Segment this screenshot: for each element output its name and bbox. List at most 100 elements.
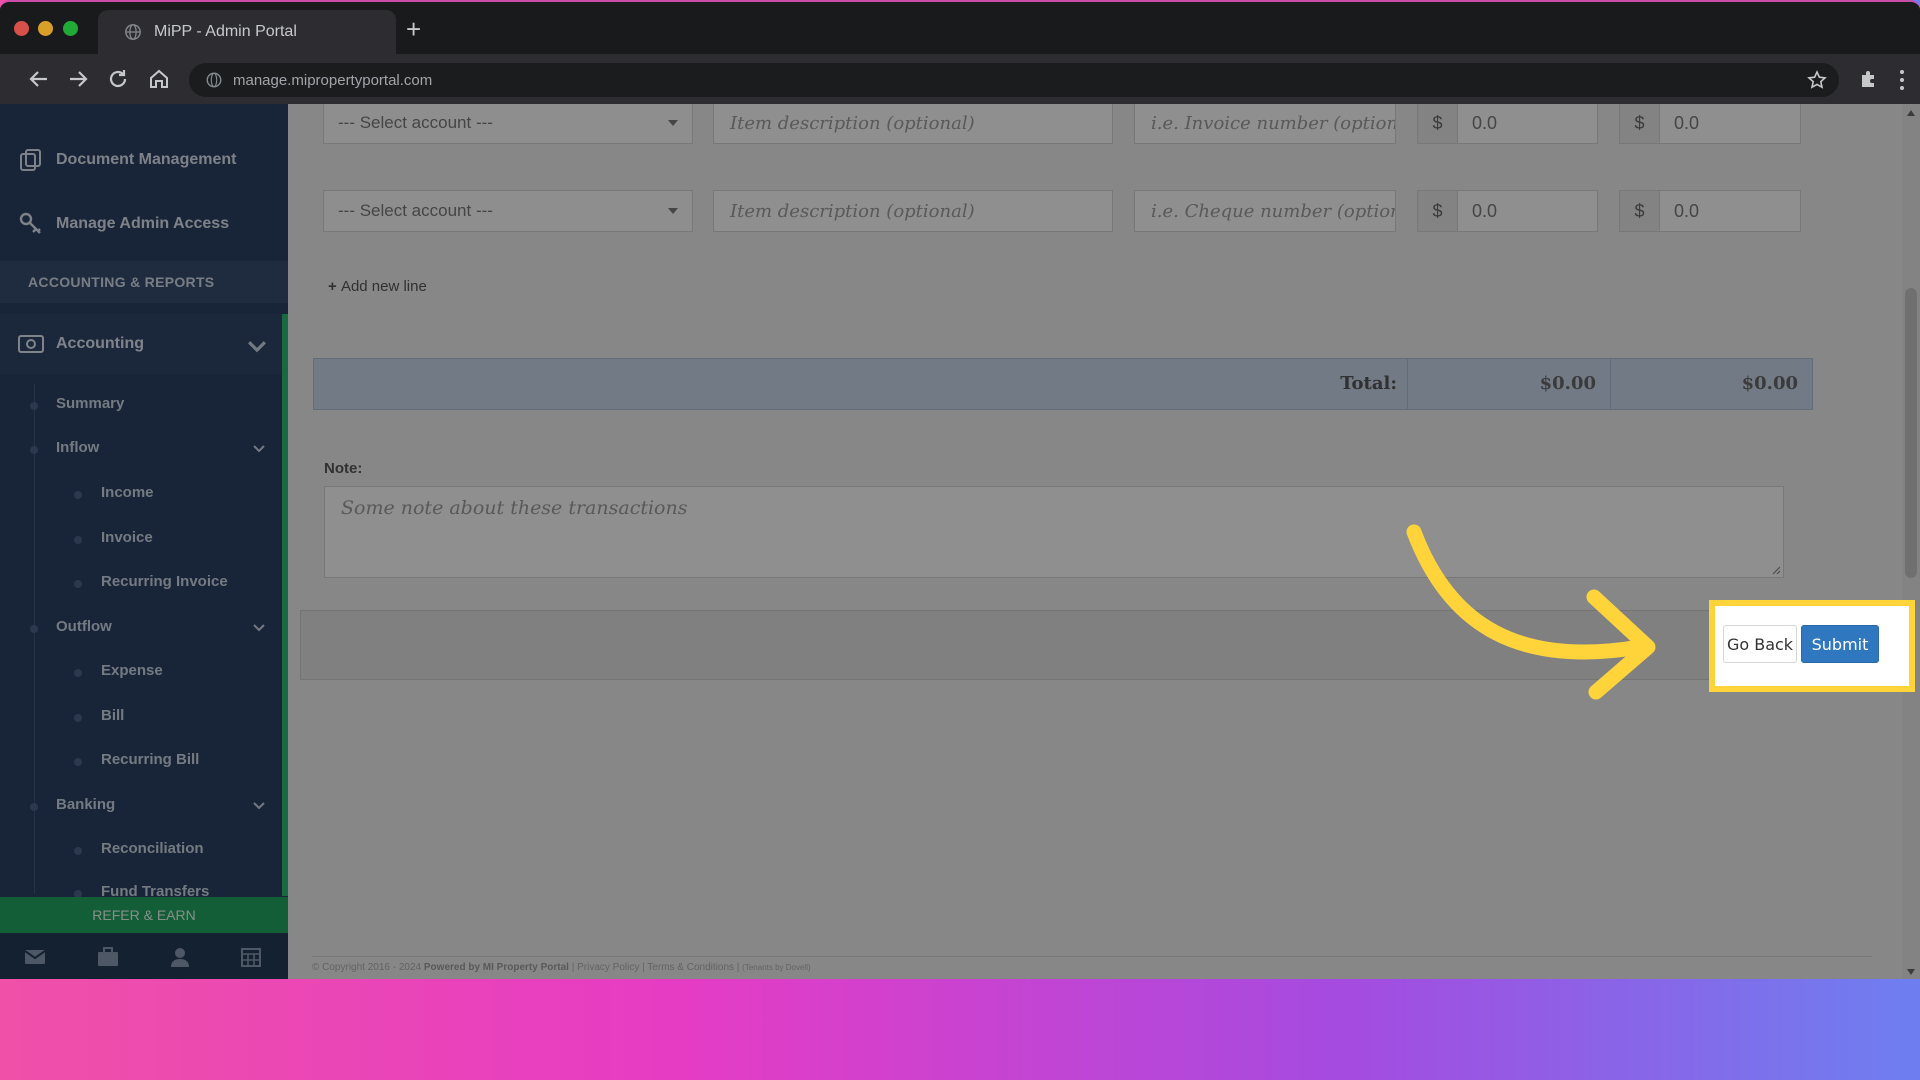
sidebar: Document Management Manage Admin Access … bbox=[0, 104, 288, 979]
add-new-line-link[interactable]: + Add new line bbox=[328, 278, 427, 295]
back-arrow-icon[interactable] bbox=[27, 67, 51, 91]
copyright-text: © Copyright 2016 - 2024 bbox=[312, 962, 422, 973]
caret-down-icon bbox=[668, 208, 678, 214]
amount-value: 0.0 bbox=[1674, 112, 1700, 133]
pointer-arrow-icon bbox=[1406, 524, 1656, 700]
item-description-input[interactable]: Item description (optional) bbox=[713, 190, 1113, 232]
account-select[interactable]: --- Select account --- bbox=[323, 190, 693, 232]
briefcase-icon[interactable] bbox=[96, 945, 120, 969]
maximize-window-button[interactable] bbox=[63, 21, 78, 36]
browser-tab[interactable]: MiPP - Admin Portal bbox=[98, 10, 396, 54]
site-info-icon[interactable] bbox=[205, 71, 223, 89]
select-placeholder: --- Select account --- bbox=[338, 113, 493, 132]
footer-links[interactable]: | Privacy Policy | Terms & Conditions | bbox=[572, 962, 740, 973]
note-label: Note: bbox=[324, 460, 363, 477]
sidebar-item-outflow[interactable]: Outflow bbox=[56, 618, 112, 635]
sidebar-item-invoice[interactable]: Invoice bbox=[101, 529, 153, 546]
total-credit: $0.00 bbox=[1610, 359, 1812, 409]
scroll-up-arrow-icon[interactable] bbox=[1907, 110, 1915, 116]
sidebar-item-recurring-invoice[interactable]: Recurring Invoice bbox=[101, 573, 228, 590]
key-icon bbox=[19, 212, 41, 234]
tree-bullet bbox=[74, 847, 82, 855]
powered-by-link[interactable]: Powered by MI Property Portal bbox=[424, 962, 569, 973]
tab-strip: MiPP - Admin Portal + bbox=[0, 2, 1920, 54]
footer-divider bbox=[312, 956, 1872, 957]
mail-icon[interactable] bbox=[23, 945, 47, 969]
address-bar[interactable]: manage.mipropertyportal.com bbox=[189, 63, 1839, 97]
new-tab-button[interactable]: + bbox=[406, 16, 421, 42]
account-select[interactable]: --- Select account --- bbox=[323, 104, 693, 144]
documents-icon bbox=[20, 149, 41, 171]
chevron-down-icon[interactable] bbox=[252, 442, 266, 456]
tree-line bbox=[34, 384, 35, 894]
amount-input-2[interactable]: $ 0.0 bbox=[1619, 190, 1801, 232]
totals-row: Total: $0.00 $0.00 bbox=[313, 358, 1813, 410]
total-debit: $0.00 bbox=[1407, 359, 1610, 409]
minimize-window-button[interactable] bbox=[38, 21, 53, 36]
close-window-button[interactable] bbox=[14, 21, 29, 36]
browser-window: MiPP - Admin Portal + manage.mipropertyp… bbox=[0, 0, 1920, 979]
footer-credit: (Tenants by Dovell) bbox=[742, 963, 811, 972]
total-label: Total: bbox=[1340, 373, 1397, 394]
currency-addon: $ bbox=[1620, 104, 1660, 143]
amount-input-2[interactable]: $ 0.0 bbox=[1619, 104, 1801, 144]
amount-input-1[interactable]: $ 0.0 bbox=[1417, 104, 1598, 144]
sidebar-item-label: Accounting bbox=[56, 335, 144, 352]
scrollbar[interactable] bbox=[1902, 104, 1920, 979]
tree-bullet bbox=[74, 714, 82, 722]
home-icon[interactable] bbox=[147, 67, 171, 91]
sidebar-item-expense[interactable]: Expense bbox=[101, 662, 163, 679]
sidebar-item-reconciliation[interactable]: Reconciliation bbox=[101, 840, 204, 857]
sidebar-item-label: Manage Admin Access bbox=[56, 215, 230, 232]
chevron-down-icon[interactable] bbox=[252, 621, 266, 635]
refer-and-earn-button[interactable]: REFER & EARN bbox=[0, 897, 288, 933]
item-description-input[interactable]: Item description (optional) bbox=[713, 104, 1113, 144]
extensions-puzzle-icon[interactable] bbox=[1858, 68, 1880, 90]
chevron-down-icon bbox=[248, 341, 266, 353]
invoice-number-input[interactable]: i.e. Invoice number (optional) bbox=[1134, 104, 1396, 144]
tree-bullet bbox=[74, 758, 82, 766]
go-back-button[interactable]: Go Back bbox=[1723, 625, 1797, 663]
sidebar-item-fund-transfers[interactable]: Fund Transfers bbox=[101, 883, 209, 896]
amount-input-1[interactable]: $ 0.0 bbox=[1417, 190, 1598, 232]
submit-button[interactable]: Submit bbox=[1801, 625, 1879, 663]
more-menu-icon[interactable] bbox=[1898, 69, 1906, 91]
sidebar-item-banking[interactable]: Banking bbox=[56, 796, 115, 813]
forward-arrow-icon[interactable] bbox=[66, 67, 90, 91]
calendar-icon[interactable] bbox=[239, 945, 263, 969]
sidebar-item-recurring-bill[interactable]: Recurring Bill bbox=[101, 751, 199, 768]
bookmark-star-icon[interactable] bbox=[1807, 70, 1827, 90]
chevron-down-icon[interactable] bbox=[252, 799, 266, 813]
amount-value: 0.0 bbox=[1472, 112, 1498, 133]
scroll-down-arrow-icon[interactable] bbox=[1907, 969, 1915, 975]
sidebar-item-document-management[interactable]: Document Management bbox=[0, 128, 288, 192]
tab-title: MiPP - Admin Portal bbox=[154, 23, 297, 40]
browser-toolbar: manage.mipropertyportal.com bbox=[0, 54, 1920, 104]
tree-bullet bbox=[74, 536, 82, 544]
sidebar-item-bill[interactable]: Bill bbox=[101, 707, 124, 724]
resize-grip-icon[interactable] bbox=[1771, 565, 1781, 575]
currency-addon: $ bbox=[1418, 191, 1458, 231]
sidebar-item-income[interactable]: Income bbox=[101, 484, 154, 501]
user-icon[interactable] bbox=[168, 945, 192, 969]
scrollbar-thumb[interactable] bbox=[1905, 288, 1917, 578]
tree-bullet bbox=[30, 803, 38, 811]
tree-bullet bbox=[30, 402, 38, 410]
sidebar-item-label: Document Management bbox=[56, 151, 237, 168]
main-content: --- Select account --- Item description … bbox=[288, 104, 1920, 979]
amount-value: 0.0 bbox=[1674, 200, 1700, 221]
sidebar-bottom-bar bbox=[0, 933, 288, 979]
plus-icon: + bbox=[328, 278, 341, 295]
sidebar-item-accounting[interactable]: Accounting bbox=[0, 314, 282, 374]
page-footer: © Copyright 2016 - 2024 Powered by MI Pr… bbox=[312, 962, 811, 973]
sidebar-item-inflow[interactable]: Inflow bbox=[56, 439, 99, 456]
cheque-number-input[interactable]: i.e. Cheque number (optional) bbox=[1134, 190, 1396, 232]
currency-addon: $ bbox=[1620, 191, 1660, 231]
sidebar-item-manage-admin-access[interactable]: Manage Admin Access bbox=[0, 192, 288, 256]
money-icon bbox=[18, 335, 44, 353]
tree-bullet bbox=[30, 446, 38, 454]
tree-bullet bbox=[74, 580, 82, 588]
reload-icon[interactable] bbox=[106, 67, 130, 91]
sidebar-item-summary[interactable]: Summary bbox=[56, 395, 124, 412]
tree-bullet bbox=[30, 625, 38, 633]
